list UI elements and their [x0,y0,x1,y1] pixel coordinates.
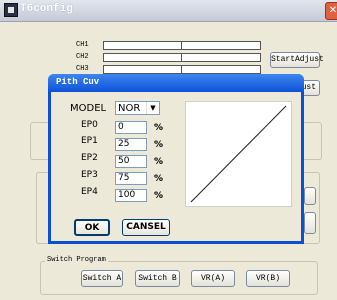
ok-button[interactable]: OK [74,219,110,236]
pitch-curve-graph [185,101,292,207]
curve-svg [190,105,287,203]
ep2-label: EP2 [81,153,98,163]
ch2-label: CH2 [76,53,89,61]
ep4-input[interactable]: 100 [115,189,147,202]
ep3-label: EP3 [81,170,98,180]
ep3-input[interactable]: 75 [115,172,147,185]
model-select-value: NOR [118,103,141,114]
ep1-label: EP1 [81,136,98,146]
ch2-field [103,53,261,62]
main-titlebar: T6config ✕ [0,0,337,22]
close-button[interactable]: ✕ [325,2,337,20]
window-title: T6config [20,3,73,15]
ep0-input[interactable]: 0 [115,121,147,134]
pitch-curve-line [190,105,287,203]
switch-a-button[interactable]: Switch A [81,270,123,287]
ep4-unit: % [154,191,164,201]
switch-b-button[interactable]: Switch B [135,270,180,287]
switch-program-group: Switch Program Switch A Switch B VR(A) V… [40,256,318,295]
start-adjust-button[interactable]: StartAdjust [270,52,324,68]
ch1-label: CH1 [76,41,89,49]
ep2-input[interactable]: 50 [115,155,147,168]
ep0-label: EP0 [81,120,98,130]
chevron-down-icon[interactable]: ▼ [146,102,159,114]
ep1-unit: % [154,140,164,150]
cancel-button[interactable]: CANSEL [122,219,170,236]
dialog-client: MODEL NOR ▼ EP0 0 % EP1 25 % EP2 50 % EP… [51,92,301,241]
app-icon [4,3,18,17]
hidden-button-2[interactable] [304,212,316,234]
pitch-curve-dialog: Pith Cuv MODEL NOR ▼ EP0 0 % EP1 25 % EP… [48,74,304,244]
ep1-input[interactable]: 25 [115,138,147,151]
ep4-label: EP4 [81,187,98,197]
model-label: MODEL [70,103,107,114]
ep2-unit: % [154,157,164,167]
dialog-titlebar: Pith Cuv [48,74,304,92]
ep3-unit: % [154,174,164,184]
ch1-field [103,41,261,50]
hidden-button-1[interactable] [304,187,316,205]
switch-program-label: Switch Program [45,256,108,264]
vr-b-button[interactable]: VR(B) [246,270,290,287]
ep0-unit: % [154,123,164,133]
model-select[interactable]: NOR ▼ [115,101,160,115]
ch3-label: CH3 [76,65,89,73]
dialog-title: Pith Cuv [56,77,100,87]
vr-a-button[interactable]: VR(A) [191,270,235,287]
ch3-field [103,65,261,74]
